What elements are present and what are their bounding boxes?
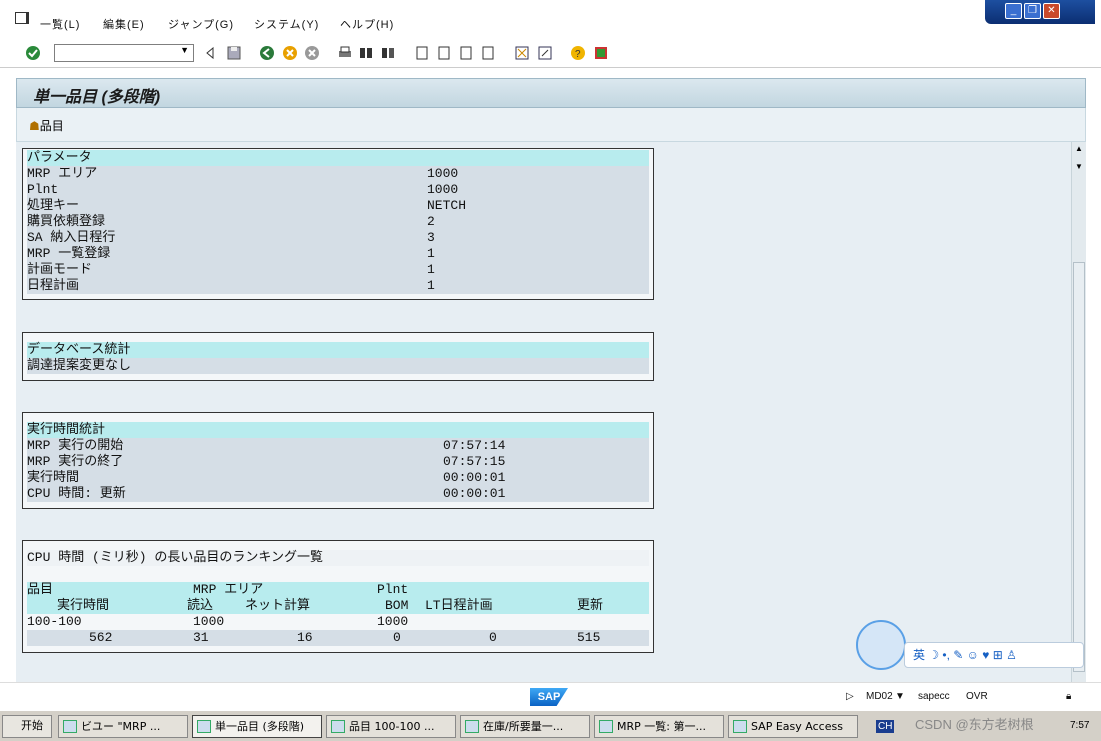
lock-icon: 🔒︎: [1066, 691, 1072, 702]
insert-mode: OVR: [966, 691, 988, 702]
sap-window-icon: [331, 720, 345, 733]
status-bar: SAP ▷ MD02 ▼ sapecc OVR 🔒︎: [0, 682, 1101, 710]
task-item[interactable]: SAP Easy Access: [728, 715, 858, 738]
runtime-row: MRP 実行の終了 07:57:15: [27, 454, 649, 470]
back-arrow-icon[interactable]: [202, 45, 218, 61]
task-item[interactable]: 在庫/所要量一...: [460, 715, 590, 738]
command-field[interactable]: ▼: [54, 44, 194, 62]
ranking-header-1: 品目 MRP エリア Plnt: [27, 582, 649, 598]
mascot-icon: [856, 620, 906, 670]
find-next-icon[interactable]: [380, 45, 396, 61]
close-button[interactable]: ✕: [1043, 3, 1060, 19]
ranking-title: CPU 時間 (ミリ秒) の長い品目のランキング一覧: [27, 550, 649, 566]
sap-window-icon: [599, 720, 613, 733]
menu-icon[interactable]: [15, 12, 29, 24]
scroll-up-icon[interactable]: ▲: [1075, 144, 1083, 153]
print-icon[interactable]: [337, 45, 353, 61]
chevron-down-icon[interactable]: ▼: [180, 45, 189, 55]
window-controls: _ ❐ ✕: [985, 0, 1095, 24]
runtime-row: MRP 実行の開始 07:57:14: [27, 438, 649, 454]
layout-menu-icon[interactable]: [593, 45, 609, 61]
shortcut-icon[interactable]: [537, 45, 553, 61]
standard-toolbar: ▼ ?: [0, 38, 1101, 68]
page-title: 単一品目 (多段階): [33, 89, 161, 106]
param-row: MRP エリア 1000: [27, 166, 649, 182]
parameters-box: パラメータ MRP エリア 1000 Plnt 1000 処理キー NETCH 購買依…: [22, 148, 654, 300]
server-name: sapecc: [918, 691, 950, 702]
task-item[interactable]: MRP 一覧: 第一...: [594, 715, 724, 738]
find-icon[interactable]: [358, 45, 374, 61]
language-indicator[interactable]: CH: [876, 720, 895, 733]
sap-window-icon: [197, 720, 211, 733]
help-icon[interactable]: ?: [570, 45, 586, 61]
last-page-icon[interactable]: [480, 45, 496, 61]
sap-logo: SAP: [530, 688, 568, 706]
menu-system[interactable]: システム(Y): [254, 16, 319, 32]
screen-title-bar: 単一品目 (多段階): [16, 78, 1086, 108]
db-stats-box: データベース統計 調達提案変更なし: [22, 332, 654, 381]
first-page-icon[interactable]: [414, 45, 430, 61]
ranking-row[interactable]: 100-100 1000 1000: [27, 614, 649, 630]
minimize-button[interactable]: _: [1005, 3, 1022, 19]
param-row: 計画モード 1: [27, 262, 649, 278]
param-row: 日程計画 1: [27, 278, 649, 294]
db-stats-header: データベース統計: [27, 342, 649, 358]
play-icon[interactable]: ▷: [846, 691, 854, 702]
enter-icon[interactable]: [25, 45, 41, 61]
menu-edit[interactable]: 編集(E): [103, 16, 145, 32]
scroll-thumb[interactable]: [1073, 262, 1085, 672]
report-list: パラメータ MRP エリア 1000 Plnt 1000 処理キー NETCH 購買依…: [16, 142, 1071, 682]
cancel-icon[interactable]: [304, 45, 320, 61]
param-row: 処理キー NETCH: [27, 198, 649, 214]
task-item[interactable]: 品目 100-100 ...: [326, 715, 456, 738]
runtime-row: 実行時間 00:00:01: [27, 470, 649, 486]
transaction-code[interactable]: MD02: [866, 691, 893, 702]
clock: 7:57: [1070, 720, 1090, 731]
param-row: MRP 一覧登録 1: [27, 246, 649, 262]
ime-toolbar[interactable]: 英 ☽ •, ✎ ☺ ♥ ⊞ ♙: [904, 642, 1084, 668]
param-row: SA 納入日程行 3: [27, 230, 649, 246]
sap-window-icon: [63, 720, 77, 733]
back-icon[interactable]: [259, 45, 275, 61]
save-icon[interactable]: [226, 45, 242, 61]
chevron-down-icon[interactable]: ▼: [895, 691, 905, 702]
scroll-down-icon[interactable]: ▼: [1075, 162, 1083, 171]
start-button[interactable]: 开始: [2, 715, 52, 738]
runtime-header: 実行時間統計: [27, 422, 649, 438]
db-stats-text: 調達提案変更なし: [27, 358, 649, 374]
material-button-label: 品目: [39, 119, 64, 133]
sap-window-icon: [465, 720, 479, 733]
person-icon: ☗: [29, 119, 40, 133]
menu-list[interactable]: 一覧(L): [40, 16, 80, 32]
task-item[interactable]: ビユー "MRP ...: [58, 715, 188, 738]
ranking-box: CPU 時間 (ミリ秒) の長い品目のランキング一覧 品目 MRP エリア Plnt…: [22, 540, 654, 653]
material-button[interactable]: ☗品目: [29, 117, 64, 134]
ranking-row[interactable]: 562 31 16 0 0 515: [27, 630, 649, 646]
restore-button[interactable]: ❐: [1024, 3, 1041, 19]
parameters-header: パラメータ: [27, 150, 649, 166]
menu-bar: 一覧(L) 編集(E) ジャンプ(G) システム(Y) ヘルプ(H) _ ❐ ✕: [0, 0, 1101, 38]
runtime-row: CPU 時間: 更新 00:00:01: [27, 486, 649, 502]
application-toolbar: ☗品目: [16, 108, 1086, 142]
next-page-icon[interactable]: [458, 45, 474, 61]
sap-window-icon: [733, 720, 747, 733]
ranking-header-2: 実行時間 読込 ネット計算 BOM LT日程計画 更新: [27, 598, 649, 614]
watermark: CSDN @东方老树根: [915, 717, 1034, 732]
vertical-scrollbar[interactable]: ▲ ▼: [1071, 142, 1086, 682]
ime-widget[interactable]: 英 ☽ •, ✎ ☺ ♥ ⊞ ♙: [856, 620, 1086, 670]
menu-help[interactable]: ヘルプ(H): [340, 16, 394, 32]
runtime-stats-box: 実行時間統計 MRP 実行の開始 07:57:14 MRP 実行の終了 07:57:…: [22, 412, 654, 509]
svg-text:?: ?: [575, 49, 581, 60]
exit-icon[interactable]: [282, 45, 298, 61]
param-row: 購買依頼登録 2: [27, 214, 649, 230]
previous-page-icon[interactable]: [436, 45, 452, 61]
param-row: Plnt 1000: [27, 182, 649, 198]
new-session-icon[interactable]: [514, 45, 530, 61]
task-item[interactable]: 単一品目 (多段階): [192, 715, 322, 738]
menu-goto[interactable]: ジャンプ(G): [168, 16, 234, 32]
